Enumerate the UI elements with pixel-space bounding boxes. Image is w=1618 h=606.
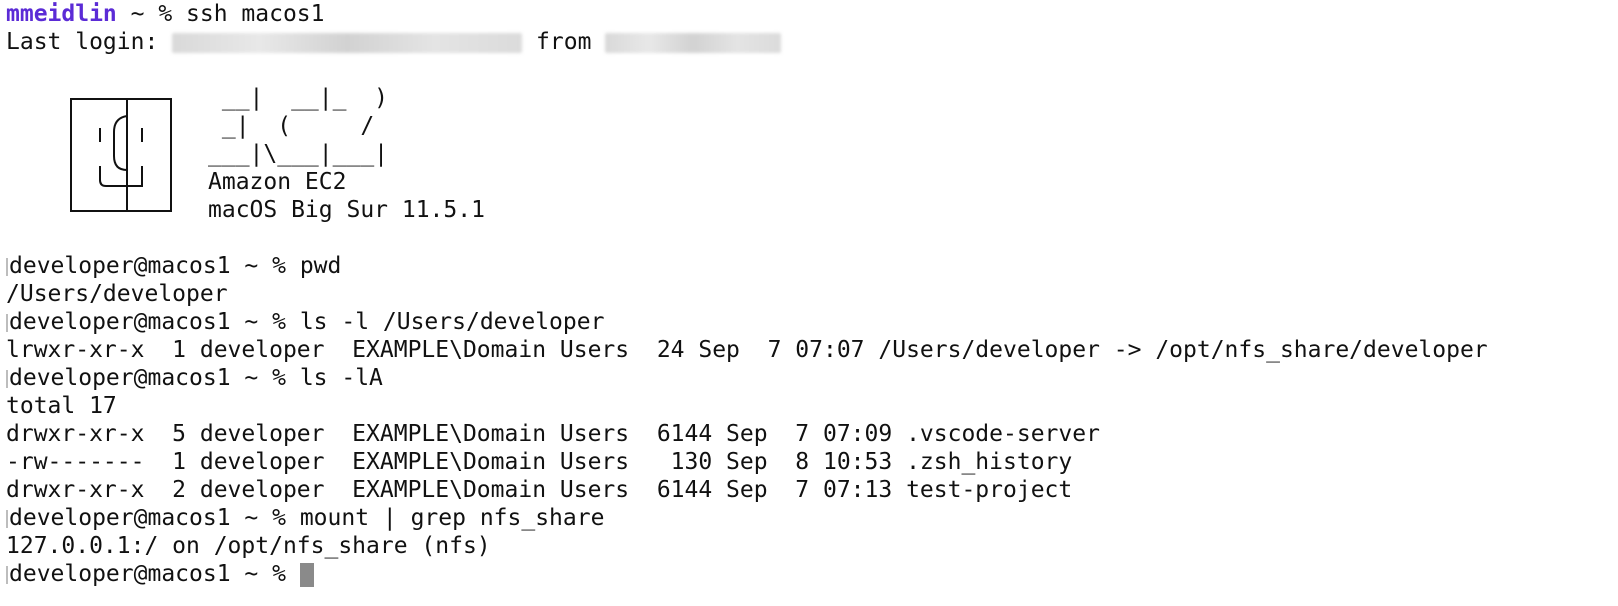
ec2-os-version: macOS Big Sur 11.5.1 xyxy=(208,197,485,223)
prompt-line-mount: developer@macos1 ~ % mount | grep nfs_sh… xyxy=(6,504,604,532)
terminal-window[interactable]: mmeidlin ~ % ssh macos1 Last login: from… xyxy=(0,0,1618,606)
prompt-suffix: ~ % xyxy=(230,365,300,391)
active-prompt-line[interactable]: developer@macos1 ~ % xyxy=(6,560,314,588)
ec2-product-name: Amazon EC2 xyxy=(208,169,347,195)
ssh-command: ssh macos1 xyxy=(186,1,325,27)
prompt-marker-icon xyxy=(6,313,8,332)
remote-prompt: developer@macos1 xyxy=(9,505,231,531)
ec2-ascii-line-2: _| ( / xyxy=(208,113,375,139)
remote-prompt: developer@macos1 xyxy=(9,309,231,335)
prompt-marker-icon xyxy=(6,369,8,388)
ec2-ascii-line-3: ___|\___|___| xyxy=(208,141,389,167)
text-cursor[interactable] xyxy=(299,562,314,587)
local-prompt-suffix: ~ % xyxy=(116,1,187,27)
ls-la-total: total 17 xyxy=(6,393,117,419)
last-login-label: Last login: xyxy=(6,29,159,55)
remote-prompt: developer@macos1 xyxy=(9,253,231,279)
remote-prompt: developer@macos1 xyxy=(9,365,231,391)
prompt-suffix: ~ % xyxy=(230,561,300,587)
prompt-line-ls-la: developer@macos1 ~ % ls -lA xyxy=(6,364,383,392)
local-prompt-line: mmeidlin ~ % ssh macos1 xyxy=(6,0,325,28)
prompt-suffix: ~ % xyxy=(230,309,300,335)
pwd-output: /Users/developer xyxy=(6,281,228,307)
ls-la-row: drwxr-xr-x 2 developer EXAMPLE\Domain Us… xyxy=(6,477,1073,503)
ec2-ascii-line-1: __| __|_ ) xyxy=(208,85,389,111)
remote-prompt: developer@macos1 xyxy=(9,561,231,587)
local-username: mmeidlin xyxy=(6,1,117,27)
ls-la-row: drwxr-xr-x 5 developer EXAMPLE\Domain Us… xyxy=(6,421,1100,447)
mount-output: 127.0.0.1:/ on /opt/nfs_share (nfs) xyxy=(6,533,491,559)
command-text: ls -lA xyxy=(299,365,383,391)
last-login-line: Last login: from xyxy=(6,28,782,56)
from-label: from xyxy=(536,29,592,55)
command-text: mount | grep nfs_share xyxy=(299,505,605,531)
ls-l-output: lrwxr-xr-x 1 developer EXAMPLE\Domain Us… xyxy=(6,337,1488,363)
prompt-suffix: ~ % xyxy=(230,505,300,531)
prompt-marker-icon xyxy=(6,509,8,528)
ls-la-row: -rw------- 1 developer EXAMPLE\Domain Us… xyxy=(6,449,1073,475)
prompt-line-ls-l: developer@macos1 ~ % ls -l /Users/develo… xyxy=(6,308,604,336)
redacted-login-ip xyxy=(605,32,782,53)
command-text: pwd xyxy=(299,253,342,279)
prompt-marker-icon xyxy=(6,257,8,276)
prompt-line-pwd: developer@macos1 ~ % pwd xyxy=(6,252,341,280)
command-text: ls -l /Users/developer xyxy=(299,309,605,335)
redacted-login-date xyxy=(172,32,523,53)
ec2-logo-icon xyxy=(70,98,172,212)
prompt-suffix: ~ % xyxy=(230,253,300,279)
prompt-marker-icon xyxy=(6,565,8,584)
